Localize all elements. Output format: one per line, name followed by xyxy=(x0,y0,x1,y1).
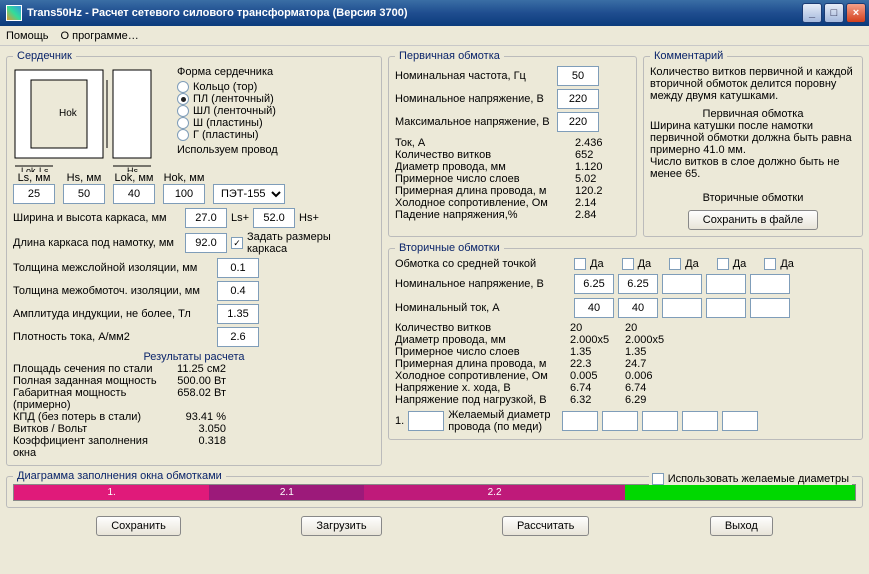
title-bar: Trans50Hz - Расчет сетевого силового тра… xyxy=(0,0,869,26)
lok-input[interactable] xyxy=(113,184,155,204)
diagram-seg-3: 2.2 xyxy=(364,485,624,500)
sec-nomv-5[interactable] xyxy=(750,274,790,294)
frame-width-input[interactable] xyxy=(185,208,227,228)
wire-select[interactable]: ПЭТ-155 xyxy=(213,184,285,204)
coil-iso-input[interactable] xyxy=(217,281,259,301)
sec-cur-1[interactable] xyxy=(574,298,614,318)
ls-input[interactable] xyxy=(13,184,55,204)
exit-button[interactable]: Выход xyxy=(710,516,773,536)
desired-diam-4[interactable] xyxy=(642,411,678,431)
results-legend: Результаты расчета xyxy=(13,351,375,363)
use-desired-check[interactable]: Использовать желаемые диаметры xyxy=(649,473,852,485)
core-group: Сердечник Lok Ls Hok Hs Форма се xyxy=(6,50,382,466)
sec-nomv-1[interactable] xyxy=(574,274,614,294)
radio-shl[interactable]: ШЛ (ленточный) xyxy=(177,105,278,117)
midtap-check-4[interactable]: Да xyxy=(717,258,747,270)
sec-nomv-4[interactable] xyxy=(706,274,746,294)
radio-pl[interactable]: ПЛ (ленточный) xyxy=(177,93,278,105)
primary-maxv-input[interactable] xyxy=(557,112,599,132)
radio-sh[interactable]: Ш (пластины) xyxy=(177,117,278,129)
desired-diam-2[interactable] xyxy=(562,411,598,431)
wire-label: Используем провод xyxy=(177,144,278,156)
menu-help[interactable]: Помощь xyxy=(6,30,49,42)
menu-about[interactable]: О программе… xyxy=(61,30,139,42)
midtap-check-5[interactable]: Да xyxy=(764,258,794,270)
comments-group: Комментарий Количество витков первичной … xyxy=(643,50,863,237)
primary-nomv-input[interactable] xyxy=(557,89,599,109)
sec-cur-4[interactable] xyxy=(706,298,746,318)
core-shape-label: Форма сердечника xyxy=(177,66,278,78)
midtap-check-3[interactable]: Да xyxy=(669,258,699,270)
calc-button[interactable]: Рассчитать xyxy=(502,516,589,536)
save-button[interactable]: Сохранить xyxy=(96,516,181,536)
diagram-seg-1: 1. xyxy=(14,485,209,500)
diagram-group: Диаграмма заполнения окна обмотками Испо… xyxy=(6,470,863,508)
freq-input[interactable] xyxy=(557,66,599,86)
hok-input[interactable] xyxy=(163,184,205,204)
app-icon xyxy=(6,5,22,21)
sec-cur-3[interactable] xyxy=(662,298,702,318)
density-input[interactable] xyxy=(217,327,259,347)
core-diagram: Lok Ls Hok Hs xyxy=(13,66,169,172)
frame-height-input[interactable] xyxy=(253,208,295,228)
desired-diam-1[interactable] xyxy=(408,411,444,431)
minimize-button[interactable]: _ xyxy=(802,3,822,23)
diagram-seg-2: 2.1 xyxy=(209,485,364,500)
svg-text:Hok: Hok xyxy=(59,108,78,119)
sec-nomv-3[interactable] xyxy=(662,274,702,294)
secondary-group: Вторичные обмотки Обмотка со средней точ… xyxy=(388,242,863,440)
sec-nomv-2[interactable] xyxy=(618,274,658,294)
sec-cur-2[interactable] xyxy=(618,298,658,318)
diagram-seg-4 xyxy=(625,485,855,500)
maximize-button[interactable]: □ xyxy=(824,3,844,23)
induction-input[interactable] xyxy=(217,304,259,324)
midtap-check-2[interactable]: Да xyxy=(622,258,652,270)
radio-g[interactable]: Г (пластины) xyxy=(177,129,278,141)
close-button[interactable]: × xyxy=(846,3,866,23)
desired-diam-6[interactable] xyxy=(722,411,758,431)
core-legend: Сердечник xyxy=(13,50,76,62)
set-frame-size-check[interactable]: ✓Задать размеры каркаса xyxy=(231,231,347,255)
save-file-button[interactable]: Сохранить в файле xyxy=(688,210,818,230)
desired-diam-5[interactable] xyxy=(682,411,718,431)
menu-bar: Помощь О программе… xyxy=(0,26,869,46)
frame-length-input[interactable] xyxy=(185,233,227,253)
sec-cur-5[interactable] xyxy=(750,298,790,318)
primary-group: Первичная обмотка Номинальная частота, Г… xyxy=(388,50,637,237)
midtap-check-1[interactable]: Да xyxy=(574,258,604,270)
hs-input[interactable] xyxy=(63,184,105,204)
load-button[interactable]: Загрузить xyxy=(301,516,381,536)
desired-diam-3[interactable] xyxy=(602,411,638,431)
layer-iso-input[interactable] xyxy=(217,258,259,278)
radio-ring[interactable]: Кольцо (тор) xyxy=(177,81,278,93)
window-title: Trans50Hz - Расчет сетевого силового тра… xyxy=(27,7,408,19)
